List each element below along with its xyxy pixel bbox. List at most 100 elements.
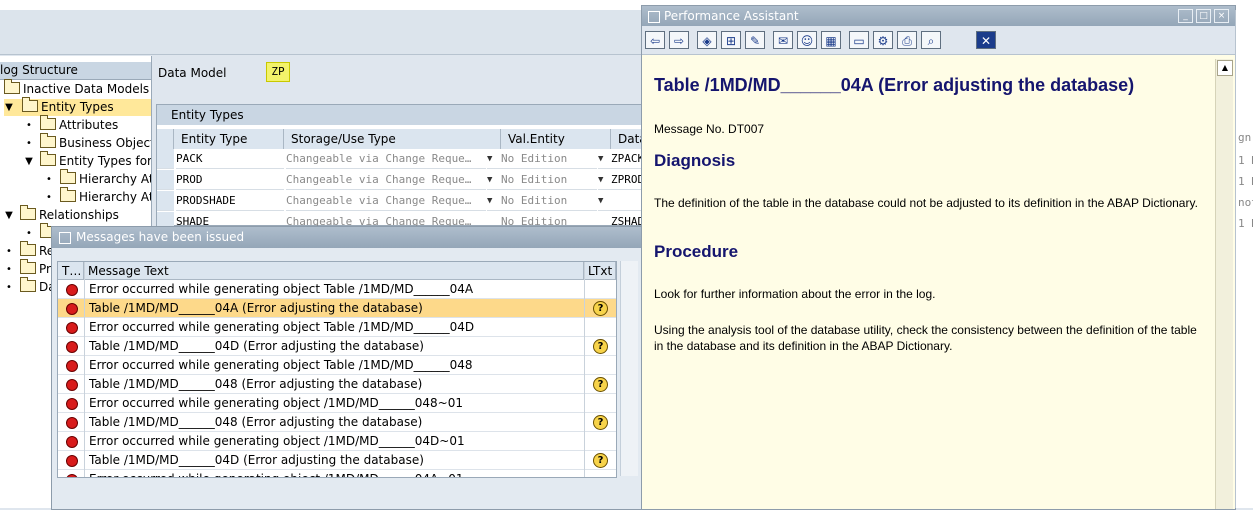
- message-row[interactable]: Table /1MD/MD______04D (Error adjusting …: [58, 451, 616, 470]
- scroll-up-icon[interactable]: ▲: [1217, 60, 1233, 76]
- long-text-help-icon[interactable]: ?: [593, 301, 608, 316]
- storage-type-cell[interactable]: Changeable via Change Reque…: [286, 191, 486, 211]
- bullet-icon: •: [26, 138, 32, 149]
- tree-item-hierarchy-at-1[interactable]: • Hierarchy At: [44, 169, 151, 188]
- val-entity-cell[interactable]: No Edition: [501, 170, 597, 190]
- structure-icon[interactable]: ⊞: [721, 31, 741, 49]
- notes-icon[interactable]: ✉: [773, 31, 793, 49]
- message-row[interactable]: Error occurred while generating object /…: [58, 394, 616, 413]
- row-selector[interactable]: [157, 170, 174, 190]
- row-selector[interactable]: [157, 149, 174, 169]
- storage-type-cell[interactable]: Changeable via Change Reque…: [286, 170, 486, 190]
- tree-item-label: Inactive Data Models: [23, 82, 150, 96]
- tree-item-entity-types[interactable]: ▼ Entity Types: [4, 97, 151, 116]
- long-text-help-icon[interactable]: ?: [593, 377, 608, 392]
- tree-item-business-object[interactable]: • Business Object: [24, 133, 152, 152]
- tree-header-label: log Structure: [0, 63, 78, 77]
- back-arrow-icon[interactable]: ⇦: [645, 31, 665, 49]
- users-icon[interactable]: ☺: [797, 31, 817, 49]
- long-text-help-icon[interactable]: ?: [593, 453, 608, 468]
- customize-icon[interactable]: ⚙: [873, 31, 893, 49]
- column-header-data[interactable]: Data: [611, 129, 647, 149]
- print-icon[interactable]: ⎙: [897, 31, 917, 49]
- data-cell[interactable]: ZPACK: [611, 149, 643, 169]
- message-row[interactable]: Error occurred while generating object T…: [58, 280, 616, 299]
- tree-item-da[interactable]: • Da: [4, 277, 56, 296]
- window-settings-icon[interactable]: ▭: [849, 31, 869, 49]
- dropdown-arrow-icon[interactable]: ▼: [598, 170, 611, 190]
- message-row[interactable]: Table /1MD/MD______048 (Error adjusting …: [58, 413, 616, 432]
- tree-item-inactive-data-models[interactable]: Inactive Data Models: [4, 79, 150, 98]
- folder-open-icon: [22, 97, 38, 112]
- entity-type-cell[interactable]: PACK: [176, 149, 284, 169]
- forward-arrow-icon[interactable]: ⇨: [669, 31, 689, 49]
- edit-icon[interactable]: ✎: [745, 31, 765, 49]
- expand-icon[interactable]: ▼: [24, 153, 34, 170]
- close-icon[interactable]: ✕: [976, 31, 996, 49]
- column-header-val-entity[interactable]: Val.Entity: [501, 129, 611, 149]
- tree-item-label: Business Object: [59, 136, 152, 150]
- table-icon[interactable]: ▦: [821, 31, 841, 49]
- message-row[interactable]: Error occurred while generating object T…: [58, 356, 616, 375]
- dropdown-arrow-icon[interactable]: ▼: [598, 191, 611, 211]
- message-text: Table /1MD/MD______04D (Error adjusting …: [89, 453, 424, 467]
- tree-item-hierarchy-at-2[interactable]: • Hierarchy At: [44, 187, 151, 206]
- message-row[interactable]: Table /1MD/MD______04D (Error adjusting …: [58, 337, 616, 356]
- message-row[interactable]: Error occurred while generating object T…: [58, 318, 616, 337]
- column-header-ltxt[interactable]: LTxt: [584, 262, 616, 280]
- messages-scrollbar[interactable]: [620, 261, 638, 476]
- tree-item-pr[interactable]: • Pr: [4, 259, 51, 278]
- tree-item-relationships[interactable]: ▼ Relationships: [4, 205, 119, 224]
- performance-assistant-scrollbar[interactable]: ▲: [1215, 59, 1233, 509]
- entity-type-cell[interactable]: PROD: [176, 170, 284, 190]
- find-icon[interactable]: ⌕: [921, 31, 941, 49]
- folder-icon: [60, 169, 76, 184]
- window-icon: [59, 232, 71, 244]
- message-row-selected[interactable]: Table /1MD/MD______04A (Error adjusting …: [58, 299, 616, 318]
- help-heading: Table /1MD/MD______04A (Error adjusting …: [654, 75, 1135, 95]
- row-selector[interactable]: [157, 191, 174, 211]
- error-icon: [66, 398, 78, 410]
- tree-item-label: Pr: [39, 262, 51, 276]
- column-header-message-text[interactable]: Message Text: [84, 262, 584, 280]
- error-icon: [66, 455, 78, 467]
- message-text: Error occurred while generating object T…: [89, 358, 473, 372]
- dropdown-arrow-icon[interactable]: ▼: [487, 170, 501, 190]
- tree-item-entity-types-for[interactable]: ▼ Entity Types for: [24, 151, 151, 170]
- expand-icon[interactable]: ▼: [4, 207, 14, 224]
- long-text-help-icon[interactable]: ?: [593, 415, 608, 430]
- tree-item-attributes[interactable]: • Attributes: [24, 115, 118, 134]
- column-header-type[interactable]: T…: [58, 262, 84, 280]
- data-model-field[interactable]: ZP: [266, 62, 290, 82]
- val-entity-cell[interactable]: No Edition: [501, 149, 597, 169]
- entity-type-cell[interactable]: PRODSHADE: [176, 191, 284, 211]
- message-text: Table /1MD/MD______04D (Error adjusting …: [89, 339, 424, 353]
- message-text: Table /1MD/MD______04A (Error adjusting …: [89, 301, 423, 315]
- dropdown-arrow-icon[interactable]: ▼: [598, 149, 611, 169]
- column-header-entity-type[interactable]: Entity Type: [174, 129, 284, 149]
- tree-item-re[interactable]: • Re: [4, 241, 54, 260]
- dropdown-arrow-icon[interactable]: ▼: [487, 191, 501, 211]
- minimize-button[interactable]: _: [1178, 9, 1193, 23]
- message-row[interactable]: Table /1MD/MD______048 (Error adjusting …: [58, 375, 616, 394]
- val-entity-cell[interactable]: No Edition: [501, 191, 597, 211]
- data-cell[interactable]: [611, 191, 643, 211]
- message-row[interactable]: Error occurred while generating object /…: [58, 432, 616, 451]
- error-icon: [66, 436, 78, 448]
- storage-type-cell[interactable]: Changeable via Change Reque…: [286, 149, 486, 169]
- messages-dialog-title[interactable]: Messages have been issued: [52, 227, 642, 248]
- dropdown-arrow-icon[interactable]: ▼: [487, 149, 501, 169]
- message-row[interactable]: Error occurred while generating object /…: [58, 470, 616, 477]
- close-button[interactable]: ×: [1214, 9, 1229, 23]
- technical-info-icon[interactable]: ◈: [697, 31, 717, 49]
- maximize-button[interactable]: □: [1196, 9, 1211, 23]
- data-cell[interactable]: ZPROD: [611, 170, 643, 190]
- column-header-storage-use-type[interactable]: Storage/Use Type: [284, 129, 501, 149]
- long-text-help-icon[interactable]: ?: [593, 339, 608, 354]
- tree-header: log Structure: [0, 62, 151, 80]
- right-strip-cell: 1 K: [1238, 154, 1253, 167]
- row-selector-header[interactable]: [157, 129, 174, 149]
- expand-icon[interactable]: ▼: [4, 99, 14, 116]
- folder-icon: [20, 241, 36, 256]
- performance-assistant-title[interactable]: Performance Assistant _ □ ×: [642, 6, 1235, 26]
